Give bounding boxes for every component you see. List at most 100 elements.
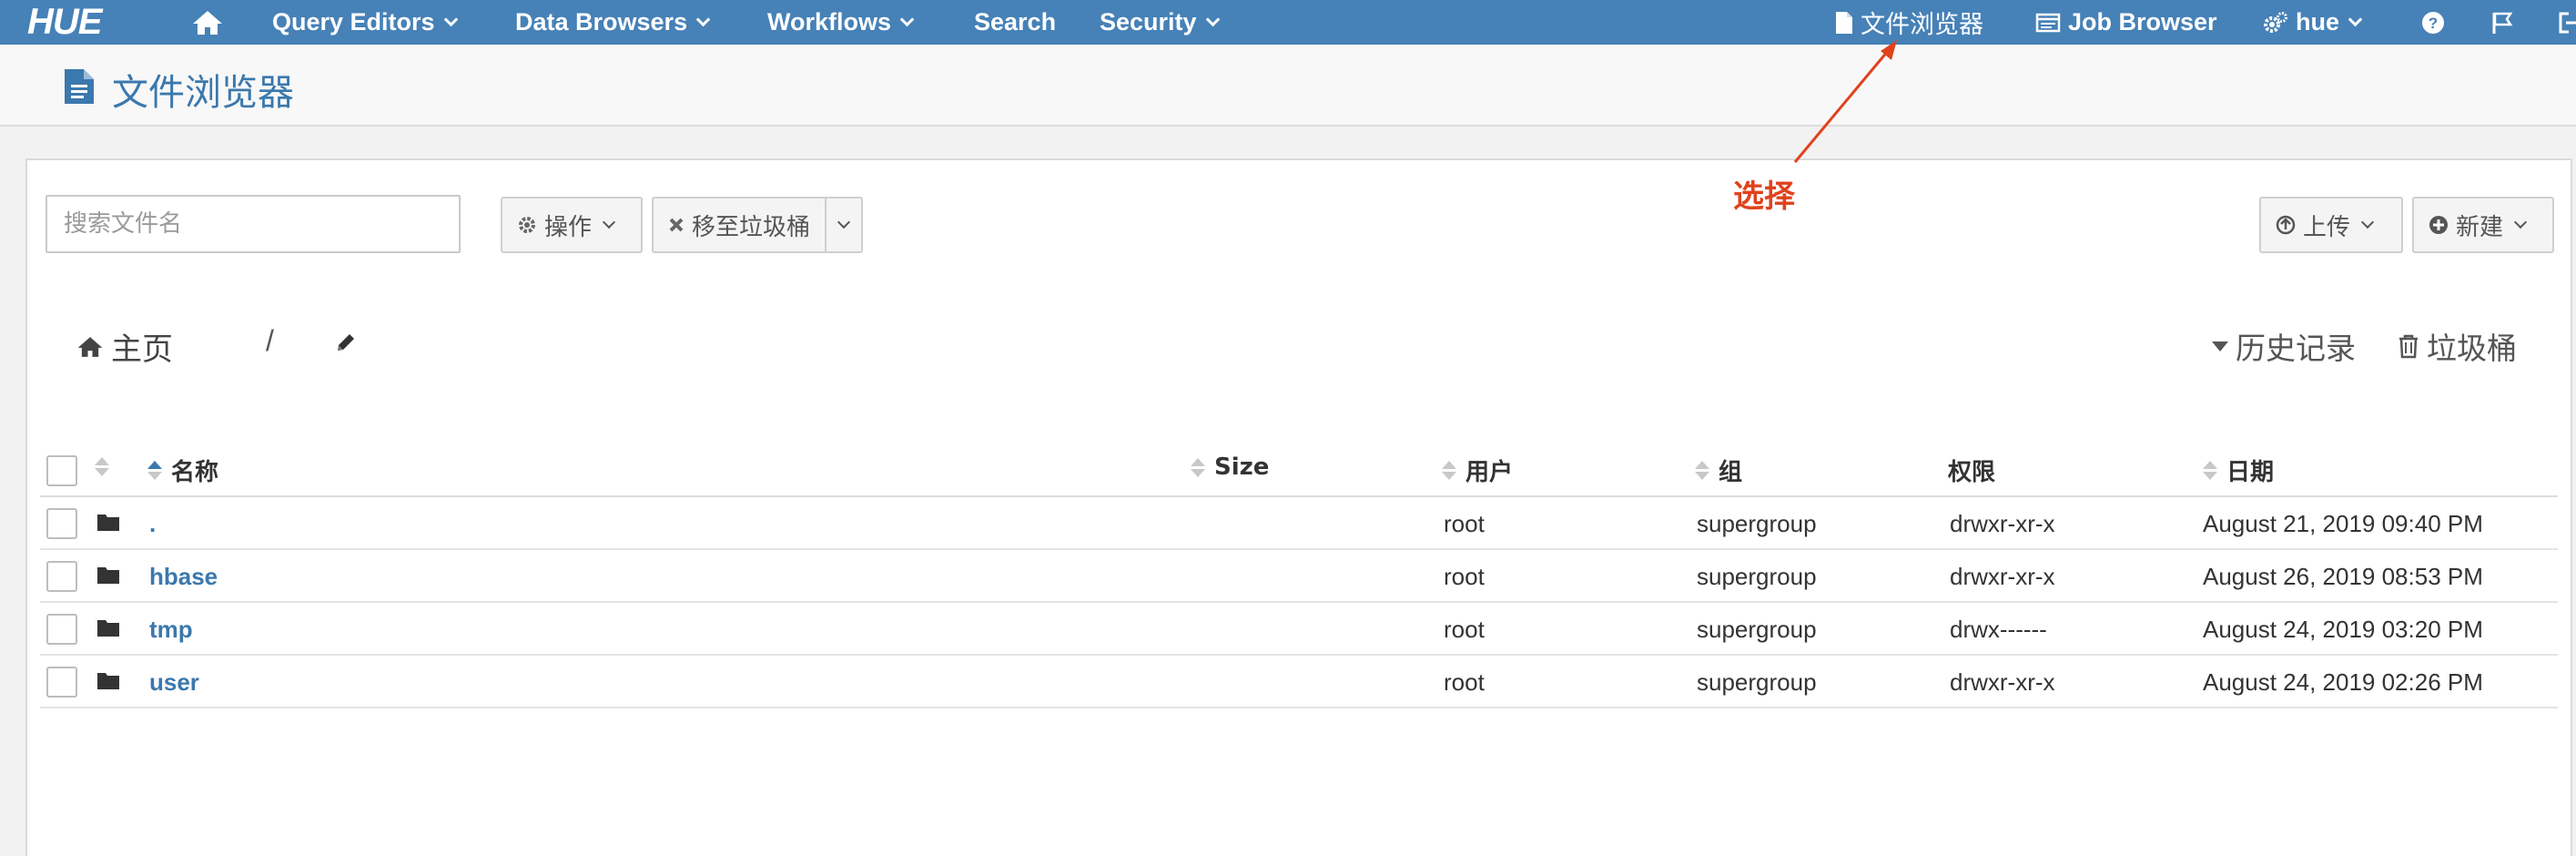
menu-data-browsers[interactable]: Data Browsers (515, 0, 711, 45)
flag-button[interactable] (2490, 0, 2514, 45)
file-date: August 24, 2019 03:20 PM (2203, 616, 2483, 643)
menu-search[interactable]: Search (974, 0, 1056, 45)
table-row[interactable]: . root supergroup drwxr-xr-x August 21, … (40, 497, 2558, 550)
move-to-trash-label: 移至垃圾桶 (692, 213, 811, 241)
sort-icon (2203, 461, 2217, 480)
menu-label: Data Browsers (515, 8, 688, 36)
nav-job-browser[interactable]: Job Browser (2035, 0, 2217, 45)
file-date: August 21, 2019 09:40 PM (2203, 510, 2483, 537)
help-icon: ? (2422, 11, 2444, 34)
top-navbar: HUE Query Editors Data Browsers Workflow… (0, 0, 2576, 45)
logout-button[interactable] (2558, 0, 2576, 45)
file-user: root (1444, 616, 1485, 643)
home-nav-button[interactable] (191, 0, 224, 45)
sort-icon (95, 457, 109, 476)
row-checkbox[interactable] (46, 614, 77, 645)
column-header-size[interactable]: Size (1191, 453, 1269, 481)
row-checkbox[interactable] (46, 508, 77, 539)
table-row[interactable]: tmp root supergroup drwx------ August 24… (40, 603, 2558, 656)
column-name-label: 名称 (171, 459, 219, 486)
annotation-label: 选择 (1733, 178, 1795, 215)
cogs-icon (2264, 11, 2287, 33)
chevron-down-icon (443, 12, 458, 27)
table-row[interactable]: user root supergroup drwxr-xr-x August 2… (40, 656, 2558, 708)
file-user: root (1444, 563, 1485, 590)
column-header-group[interactable]: 组 (1695, 453, 1742, 487)
edit-path-button[interactable] (335, 331, 357, 358)
file-permissions: drwxr-xr-x (1950, 510, 2055, 537)
file-user: root (1444, 668, 1485, 696)
chevron-down-icon (1205, 12, 1220, 27)
job-browser-icon (2035, 13, 2061, 32)
nav-job-browser-label: Job Browser (2068, 8, 2217, 36)
breadcrumb-separator[interactable]: / (266, 324, 274, 358)
breadcrumb-home-label: 主页 (111, 331, 173, 368)
upload-button[interactable]: 上传 (2259, 197, 2403, 253)
menu-label: Security (1100, 8, 1197, 36)
chevron-down-icon (837, 215, 851, 229)
file-name-link[interactable]: . (149, 510, 156, 538)
history-label: 历史记录 (2236, 331, 2356, 366)
svg-text:?: ? (2429, 15, 2438, 32)
file-group: supergroup (1697, 668, 1817, 696)
sort-icon (1191, 457, 1205, 477)
type-sort-button[interactable] (95, 457, 118, 476)
folder-icon (97, 515, 119, 531)
flag-icon (2492, 12, 2513, 34)
menu-label: Workflows (767, 8, 892, 36)
upload-label: 上传 (2303, 213, 2351, 241)
folder-icon (97, 673, 119, 689)
column-permissions-label: 权限 (1948, 459, 1996, 486)
actions-dropdown-button[interactable]: 操作 (501, 197, 643, 253)
row-checkbox[interactable] (46, 561, 77, 592)
table-row[interactable]: hbase root supergroup drwxr-xr-x August … (40, 550, 2558, 603)
row-checkbox[interactable] (46, 667, 77, 698)
chevron-down-icon (2360, 215, 2375, 229)
chevron-down-icon (2513, 215, 2528, 229)
history-link[interactable]: 历史记录 (2212, 324, 2356, 368)
help-button[interactable]: ? (2421, 0, 2445, 45)
select-all-checkbox[interactable] (46, 455, 77, 486)
file-date: August 24, 2019 02:26 PM (2203, 668, 2483, 696)
column-header-permissions[interactable]: 权限 (1948, 453, 1995, 487)
caret-down-icon (2212, 341, 2228, 352)
nav-file-browser-label: 文件浏览器 (1861, 11, 1983, 39)
file-user: root (1444, 510, 1485, 537)
actions-label: 操作 (544, 213, 593, 241)
new-label: 新建 (2456, 213, 2504, 241)
file-permissions: drwxr-xr-x (1950, 668, 2055, 696)
menu-security[interactable]: Security (1100, 0, 1220, 45)
chevron-down-icon (2348, 12, 2363, 27)
file-group: supergroup (1697, 563, 1817, 590)
column-header-name[interactable]: 名称 (147, 453, 218, 487)
chevron-down-icon (602, 215, 616, 229)
sort-icon (1442, 461, 1456, 480)
home-icon (77, 336, 103, 357)
file-name-link[interactable]: tmp (149, 616, 193, 644)
trash-link[interactable]: 垃圾桶 (2398, 324, 2517, 368)
annotation-arrow (1793, 40, 1897, 163)
menu-workflows[interactable]: Workflows (767, 0, 915, 45)
breadcrumb-home[interactable]: 主页 (76, 324, 173, 369)
hue-logo[interactable]: HUE (27, 0, 102, 45)
file-date: August 26, 2019 08:53 PM (2203, 563, 2483, 590)
file-name-link[interactable]: hbase (149, 563, 218, 591)
plus-icon (2429, 216, 2448, 234)
file-group: supergroup (1697, 616, 1817, 643)
user-menu[interactable]: hue (2263, 0, 2363, 45)
column-user-label: 用户 (1465, 459, 1514, 486)
menu-query-editors[interactable]: Query Editors (272, 0, 458, 45)
folder-icon (97, 620, 119, 637)
gear-icon (519, 217, 535, 233)
column-header-user[interactable]: 用户 (1442, 453, 1513, 487)
column-header-date[interactable]: 日期 (2203, 453, 2274, 487)
close-icon (669, 218, 684, 232)
search-input[interactable] (46, 195, 461, 253)
new-button[interactable]: 新建 (2412, 197, 2554, 253)
page-title: 文件浏览器 (112, 72, 294, 114)
file-group: supergroup (1697, 510, 1817, 537)
file-name-link[interactable]: user (149, 668, 199, 697)
trash-options-toggle[interactable] (825, 197, 863, 253)
chevron-down-icon (899, 12, 915, 27)
chevron-down-icon (695, 12, 711, 27)
